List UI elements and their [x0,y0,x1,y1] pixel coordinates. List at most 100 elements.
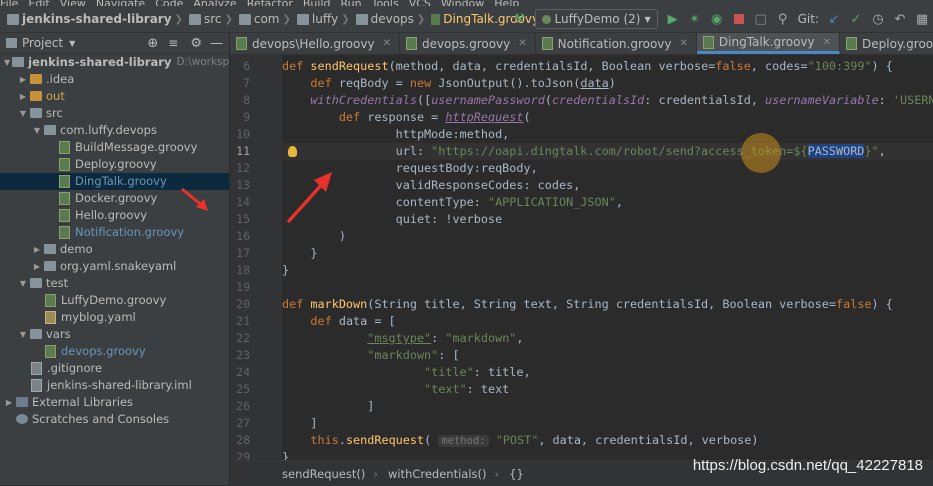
line-number: 22 [236,331,250,345]
editor-tab[interactable]: devops\Hello.groovy ✕ [230,33,400,54]
build-hammer-icon[interactable]: ⚒ [512,11,528,27]
debug-icon[interactable]: ✴ [687,11,703,27]
code-line: "msgtype": "markdown", [367,331,524,345]
close-icon[interactable]: ✕ [518,38,526,49]
tree-item-label: com.luffy.devops [60,123,157,138]
project-panel-header: Project ▼ ⊕ ≡ ⚙ — [0,33,229,54]
groovy-file-icon [45,344,56,358]
tree-item[interactable]: .gitignore [0,360,229,377]
line-number: 9 [243,110,250,124]
editor-tab[interactable]: Deploy.groovy✕ [840,33,933,54]
line-number: 17 [236,246,250,260]
tree-item-label: jenkins-shared-library [28,55,172,70]
expanded-arrow-icon[interactable]: ▼ [18,109,28,118]
breadcrumb-item[interactable]: jenkins-shared-library [22,12,172,26]
tree-item[interactable]: ▼ src [0,105,229,122]
search-icon[interactable]: ⚲ [775,11,791,27]
tree-item[interactable]: ▶ demo [0,241,229,258]
tree-item[interactable]: Deploy.groovy [0,156,229,173]
tree-item-label: devops.groovy [61,344,146,359]
collapsed-arrow-icon[interactable]: ▶ [18,92,28,101]
close-icon[interactable]: ✕ [383,38,391,49]
tree-item[interactable]: devops.groovy [0,343,229,360]
project-tree: ▼ jenkins-shared-library D:\workspace\luff… [0,54,230,485]
code-line: "text": text [424,382,510,396]
frame-icon[interactable]: □ [753,11,769,27]
folder-icon [30,108,42,119]
breadcrumb-item[interactable]: luffy [312,12,338,26]
locate-file-icon[interactable]: ⊕ [147,36,158,51]
tree-item[interactable]: ▶ out [0,88,229,105]
tree-item[interactable]: myblog.yaml [0,309,229,326]
tree-item[interactable]: Scratches and Consoles [0,411,229,428]
project-panel-title[interactable]: Project [22,36,63,50]
tree-item[interactable]: BuildMessage.groovy [0,139,229,156]
tree-item[interactable]: ▶ External Libraries [0,394,229,411]
line-number: 14 [236,195,250,209]
tree-item[interactable]: jenkins-shared-library.iml [0,377,229,394]
collapse-all-icon[interactable]: ≡ [168,36,178,50]
project-view-icon [6,38,17,48]
line-number: 20 [236,297,250,311]
editor-tabs: devops\Hello.groovy ✕ devops.groovy ✕ Notifi… [230,33,933,55]
navigation-bar: jenkins-shared-library ❯ src ❯ com ❯ luffy ❯ dev… [0,6,933,33]
vcs-revert-icon[interactable]: ↶ [892,11,908,27]
editor-tab[interactable]: DingTalk.groovy ✕ [696,33,841,54]
vcs-history-icon[interactable]: ◷ [870,11,886,27]
run-icon[interactable]: ▶ [665,11,681,27]
close-icon[interactable]: ✕ [680,38,688,49]
vcs-commit-icon[interactable]: ✓ [848,11,864,27]
folder-icon [30,74,42,85]
folder-icon [44,261,56,272]
tree-item[interactable]: ▼ test [0,275,229,292]
tree-item-label: Hello.groovy [75,208,148,223]
chevron-down-icon[interactable]: ▼ [69,39,75,48]
tree-item[interactable]: Notification.groovy [0,224,229,241]
file-icon [31,361,42,375]
tree-item[interactable]: ▼ vars [0,326,229,343]
settings-icon[interactable]: ▦ [914,11,930,27]
expanded-arrow-icon[interactable]: ▼ [4,58,10,67]
close-icon[interactable]: ✕ [823,37,831,48]
breadcrumb-item[interactable]: com [254,12,280,26]
gear-icon[interactable]: ⚙ [190,36,202,51]
breadcrumb-separator: ❯ [416,13,426,25]
vcs-update-icon[interactable]: ↙ [826,11,842,27]
groovy-file-icon [45,293,56,307]
expanded-arrow-icon[interactable]: ▼ [18,330,28,339]
code-editor[interactable]: def sendRequest(method, data, credential… [282,55,933,460]
folder-icon [30,278,42,289]
tree-item[interactable]: ▼ com.luffy.devops [0,122,229,139]
code-breadcrumb-item[interactable]: {} [509,467,524,481]
tree-item-label: Notification.groovy [75,225,185,240]
editor-tab[interactable]: devops.groovy ✕ [400,33,536,54]
tree-item[interactable]: ▶ org.yaml.snakeyaml [0,258,229,275]
editor-tab[interactable]: Notification.groovy ✕ [536,33,697,54]
hide-panel-icon[interactable]: — [210,36,223,51]
collapsed-arrow-icon[interactable]: ▶ [4,398,14,407]
collapsed-arrow-icon[interactable]: ▶ [32,262,42,271]
code-breadcrumb-item[interactable]: withCredentials() [388,467,487,481]
tree-item[interactable]: ▶ .idea [0,71,229,88]
collapsed-arrow-icon[interactable]: ▶ [18,75,28,84]
stop-icon[interactable] [731,11,747,27]
breadcrumb: jenkins-shared-library ❯ src ❯ com ❯ luffy ❯ dev… [0,12,539,26]
tab-label: Deploy.groovy [862,36,933,51]
expanded-arrow-icon[interactable]: ▼ [18,279,28,288]
breadcrumb-separator: ❯ [174,13,183,25]
breadcrumb-item[interactable]: devops [371,12,414,26]
line-number: 19 [236,280,250,294]
line-number: 11 [236,144,250,158]
tree-item[interactable]: LuffyDemo.groovy [0,292,229,309]
tree-item[interactable]: ▼ jenkins-shared-library D:\workspace\luff… [0,54,229,71]
tree-item-label: BuildMessage.groovy [75,140,198,155]
run-configuration-select[interactable]: LuffyDemo (2) ▼ [534,9,658,29]
expanded-arrow-icon[interactable]: ▼ [32,126,42,135]
lightbulb-icon[interactable] [288,146,297,157]
coverage-icon[interactable]: ◉ [709,11,725,27]
folder-icon [44,125,56,136]
collapsed-arrow-icon[interactable]: ▶ [32,245,42,254]
code-breadcrumb-item[interactable]: sendRequest() [282,467,365,481]
line-number: 16 [236,229,250,243]
breadcrumb-item[interactable]: src [204,12,222,26]
